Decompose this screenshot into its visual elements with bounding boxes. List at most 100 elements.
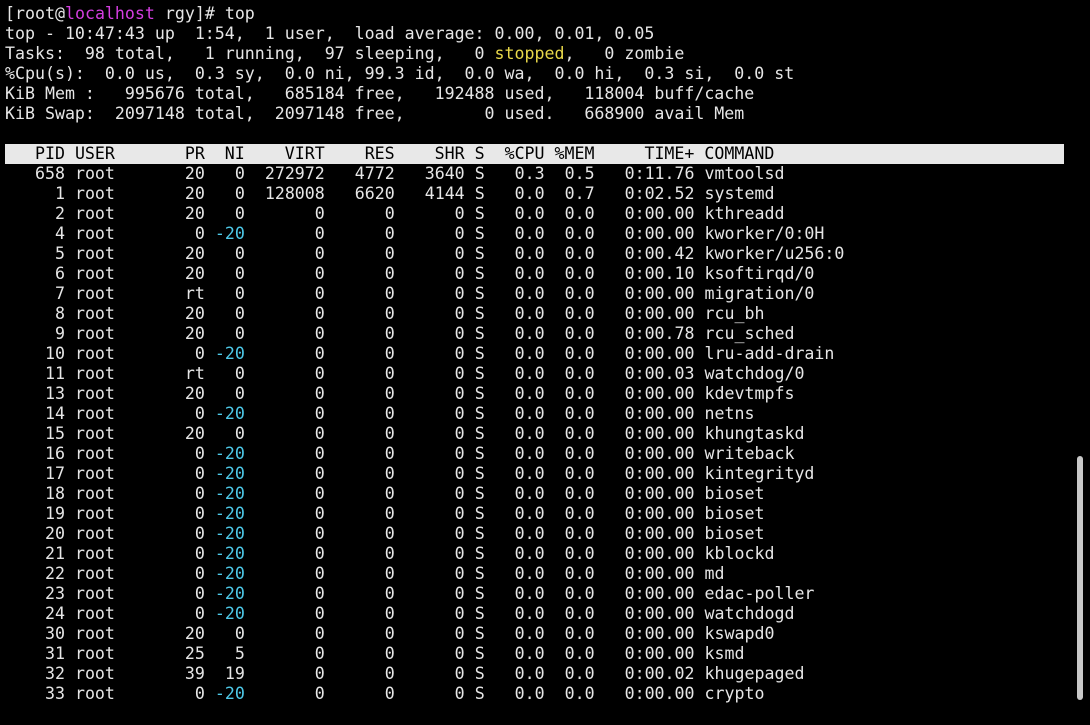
cell-mem: 0.0 — [554, 304, 595, 323]
cell-virt: 0 — [254, 624, 325, 643]
cell-pid: 10 — [5, 344, 65, 363]
cell-virt: 0 — [254, 484, 325, 503]
column-header-pid: PID — [5, 144, 65, 163]
column-header-s: S — [464, 144, 485, 163]
cell-cpu: 0.0 — [494, 384, 545, 403]
cell-res: 0 — [334, 624, 395, 643]
cell-virt: 128008 — [254, 184, 325, 203]
process-row: 2 root 20 0 0 0 0 S 0.0 0.0 0:00.00 kthr… — [5, 204, 1064, 224]
cell-ni: -20 — [214, 684, 245, 703]
cell-s: S — [474, 524, 485, 543]
cell-shr: 0 — [404, 684, 465, 703]
cell-s: S — [474, 564, 485, 583]
cell-command: rcu_sched — [704, 324, 795, 343]
cell-command: kdevtmpfs — [704, 384, 795, 403]
cell-res: 6620 — [334, 184, 395, 203]
cell-pid: 30 — [5, 624, 65, 643]
cell-command: khungtaskd — [704, 424, 805, 443]
cell-pr: 0 — [164, 444, 205, 463]
cell-time: 0:00.00 — [604, 404, 695, 423]
process-row: 19 root 0 -20 0 0 0 S 0.0 0.0 0:00.00 bi… — [5, 504, 1064, 524]
cell-pid: 1 — [5, 184, 65, 203]
cell-pr: rt — [164, 364, 205, 383]
cell-virt: 0 — [254, 544, 325, 563]
cell-command: kworker/0:0H — [704, 224, 825, 243]
cell-shr: 4144 — [404, 184, 465, 203]
cell-command: bioset — [704, 484, 765, 503]
cell-mem: 0.0 — [554, 324, 595, 343]
cell-s: S — [474, 544, 485, 563]
cell-s: S — [474, 224, 485, 243]
cell-virt: 0 — [254, 304, 325, 323]
cell-pid: 22 — [5, 564, 65, 583]
cell-shr: 0 — [404, 404, 465, 423]
cell-user: root — [74, 664, 155, 683]
cell-ni: 0 — [214, 304, 245, 323]
cell-pr: 0 — [164, 484, 205, 503]
cell-pr: 0 — [164, 584, 205, 603]
cell-command: netns — [704, 404, 755, 423]
cell-pr: 20 — [164, 424, 205, 443]
cell-ni: -20 — [214, 584, 245, 603]
cell-mem: 0.0 — [554, 264, 595, 283]
cell-s: S — [474, 684, 485, 703]
cell-res: 0 — [334, 484, 395, 503]
cell-time: 0:00.00 — [604, 544, 695, 563]
cell-s: S — [474, 624, 485, 643]
prompt-command: top — [224, 4, 255, 23]
cell-command: kblockd — [704, 544, 775, 563]
column-header-shr: SHR — [394, 144, 465, 163]
cell-pid: 2 — [5, 204, 65, 223]
cell-mem: 0.0 — [554, 544, 595, 563]
process-row: 22 root 0 -20 0 0 0 S 0.0 0.0 0:00.00 md — [5, 564, 1064, 584]
cell-command: watchdogd — [704, 604, 795, 623]
cell-ni: -20 — [214, 464, 245, 483]
cell-res: 4772 — [334, 164, 395, 183]
cell-virt: 0 — [254, 564, 325, 583]
cell-mem: 0.0 — [554, 364, 595, 383]
cell-pr: rt — [164, 284, 205, 303]
cell-virt: 0 — [254, 344, 325, 363]
cell-res: 0 — [334, 244, 395, 263]
cell-cpu: 0.0 — [494, 424, 545, 443]
cell-virt: 0 — [254, 404, 325, 423]
cell-command: watchdog/0 — [704, 364, 805, 383]
swap-line: KiB Swap: 2097148 total, 2097148 free, 0… — [5, 104, 745, 123]
cell-command: ksmd — [704, 644, 745, 663]
cell-ni: 0 — [214, 204, 245, 223]
cell-pid: 32 — [5, 664, 65, 683]
cell-ni: 0 — [214, 324, 245, 343]
cell-cpu: 0.0 — [494, 464, 545, 483]
cell-shr: 0 — [404, 384, 465, 403]
cell-user: root — [74, 444, 155, 463]
process-row: 18 root 0 -20 0 0 0 S 0.0 0.0 0:00.00 bi… — [5, 484, 1064, 504]
cell-command: edac-poller — [704, 584, 815, 603]
scrollbar-thumb[interactable] — [1077, 456, 1083, 700]
cell-s: S — [474, 244, 485, 263]
cell-pr: 0 — [164, 684, 205, 703]
cell-pid: 11 — [5, 364, 65, 383]
cell-user: root — [74, 184, 155, 203]
cell-mem: 0.0 — [554, 644, 595, 663]
cell-cpu: 0.0 — [494, 504, 545, 523]
cell-cpu: 0.0 — [494, 244, 545, 263]
process-row: 16 root 0 -20 0 0 0 S 0.0 0.0 0:00.00 wr… — [5, 444, 1064, 464]
cell-s: S — [474, 484, 485, 503]
column-header-command: COMMAND — [694, 144, 775, 163]
cell-ni: 0 — [214, 164, 245, 183]
process-row: 11 root rt 0 0 0 0 S 0.0 0.0 0:00.03 wat… — [5, 364, 1064, 384]
cell-s: S — [474, 644, 485, 663]
cell-command: vmtoolsd — [704, 164, 785, 183]
cell-ni: 0 — [214, 424, 245, 443]
terminal-window[interactable]: [root@localhost rgy]# top top - 10:47:43… — [0, 0, 1090, 725]
cell-pid: 20 — [5, 524, 65, 543]
cell-pid: 33 — [5, 684, 65, 703]
cell-cpu: 0.0 — [494, 324, 545, 343]
cell-pr: 20 — [164, 384, 205, 403]
column-header-time: TIME+ — [594, 144, 695, 163]
vertical-scrollbar[interactable] — [1077, 0, 1083, 725]
cell-mem: 0.0 — [554, 684, 595, 703]
cell-cpu: 0.0 — [494, 364, 545, 383]
cell-mem: 0.0 — [554, 444, 595, 463]
cell-pr: 0 — [164, 504, 205, 523]
